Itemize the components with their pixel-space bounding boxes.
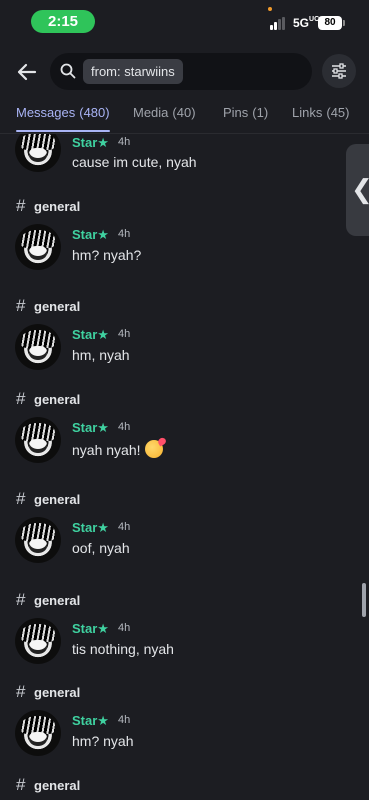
hashtag-icon: # xyxy=(16,489,26,508)
tab-messages[interactable]: Messages (480) xyxy=(16,105,110,120)
message-text[interactable]: nyah nyah! xyxy=(72,440,163,458)
message-text[interactable]: hm? nyah xyxy=(72,733,133,749)
message-timestamp: 4h xyxy=(118,622,131,634)
avatar[interactable] xyxy=(15,517,61,563)
avatar[interactable] xyxy=(15,710,61,756)
channel-label[interactable]: # general xyxy=(16,489,80,508)
message-timestamp: 4h xyxy=(118,714,131,726)
active-tab-indicator xyxy=(16,130,110,132)
search-filter-chip[interactable]: from: starwiins xyxy=(83,59,183,84)
filter-button[interactable] xyxy=(322,54,356,88)
privacy-indicator-icon xyxy=(268,7,272,11)
message-timestamp: 4h xyxy=(118,328,131,340)
avatar[interactable] xyxy=(15,224,61,270)
message-text[interactable]: cause im cute, nyah xyxy=(72,154,197,170)
message-text[interactable]: hm, nyah xyxy=(72,347,130,363)
hashtag-icon: # xyxy=(16,389,26,408)
message-results-list: Star★ 4h cause im cute, nyah # general St… xyxy=(0,134,369,800)
channel-label[interactable]: # general xyxy=(16,682,80,701)
hashtag-icon: # xyxy=(16,590,26,609)
tab-pins[interactable]: Pins (1) xyxy=(223,105,268,120)
hashtag-icon: # xyxy=(16,196,26,215)
channel-label[interactable]: # general xyxy=(16,389,80,408)
back-arrow-icon[interactable] xyxy=(14,59,40,85)
message-timestamp: 4h xyxy=(118,228,131,240)
side-panel-handle[interactable]: ❮ xyxy=(346,144,369,236)
message-timestamp: 4h xyxy=(118,521,131,533)
smiling-face-with-hearts-icon xyxy=(144,440,163,458)
cellular-signal-icon xyxy=(270,17,290,30)
message-author[interactable]: Star★ xyxy=(72,713,109,729)
message-author[interactable]: Star★ xyxy=(72,227,109,243)
avatar[interactable] xyxy=(15,618,61,664)
message-timestamp: 4h xyxy=(118,136,131,148)
chevron-left-icon: ❮ xyxy=(351,174,369,205)
message-author[interactable]: Star★ xyxy=(72,621,109,637)
battery-tip xyxy=(343,20,345,26)
status-time: 2:15 xyxy=(31,10,95,33)
message-text[interactable]: tis nothing, nyah xyxy=(72,641,174,657)
avatar[interactable] xyxy=(15,417,61,463)
search-icon xyxy=(60,63,76,79)
channel-label[interactable]: # general xyxy=(16,590,80,609)
message-author[interactable]: Star★ xyxy=(72,327,109,343)
message-text[interactable]: hm? nyah? xyxy=(72,247,141,263)
result-tabs: Messages (480) Media (40) Pins (1) Links (45… xyxy=(0,105,369,135)
message-text[interactable]: oof, nyah xyxy=(72,540,130,556)
search-input[interactable]: from: starwiins xyxy=(50,53,312,90)
battery-icon: 80 xyxy=(318,16,342,30)
sliders-icon xyxy=(332,63,346,79)
hashtag-icon: # xyxy=(16,775,26,794)
message-timestamp: 4h xyxy=(118,421,131,433)
message-author[interactable]: Star★ xyxy=(72,520,109,536)
channel-label[interactable]: # general xyxy=(16,775,80,794)
channel-label[interactable]: # general xyxy=(16,196,80,215)
hashtag-icon: # xyxy=(16,296,26,315)
status-bar: 2:15 5GUC 80 xyxy=(0,0,369,44)
network-type: 5GUC xyxy=(293,16,320,30)
channel-label[interactable]: # general xyxy=(16,296,80,315)
tab-media[interactable]: Media (40) xyxy=(133,105,196,120)
avatar[interactable] xyxy=(15,134,61,172)
avatar[interactable] xyxy=(15,324,61,370)
search-results-screen: 2:15 5GUC 80 from: starwiins Messages (48… xyxy=(0,0,369,800)
hashtag-icon: # xyxy=(16,682,26,701)
tab-links[interactable]: Links (45) xyxy=(292,105,349,120)
message-author[interactable]: Star★ xyxy=(72,420,109,436)
message-author[interactable]: Star★ xyxy=(72,135,109,151)
scrollbar[interactable] xyxy=(362,583,366,617)
